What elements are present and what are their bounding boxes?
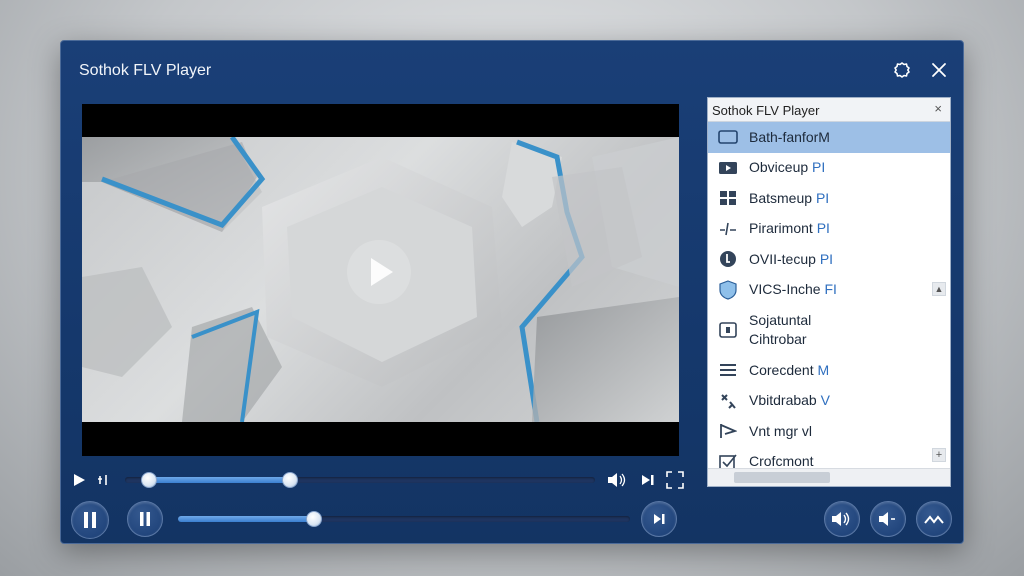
pause-icon — [140, 512, 150, 526]
player-window: Sothok FLV Player Sothok FLV Player × Ba… — [60, 40, 964, 544]
settings-button[interactable] — [890, 58, 914, 82]
panel-title: Sothok FLV Player — [712, 103, 820, 118]
playlist-item-suffix: V — [820, 392, 830, 409]
skip-next-icon — [654, 514, 665, 524]
speaker-icon — [608, 473, 626, 487]
tools-icon — [718, 391, 738, 411]
pause-button[interactable] — [71, 501, 109, 539]
playlist-item[interactable]: Corecdent M — [708, 355, 950, 386]
close-button[interactable] — [927, 58, 951, 82]
window-title: Sothok FLV Player — [79, 62, 212, 79]
playlist-item-label: Vnt mgr vl — [749, 422, 813, 439]
volume-button[interactable] — [824, 501, 860, 537]
play-icon — [74, 474, 85, 486]
grid-icon — [718, 188, 738, 208]
playlist-item-label: Pirarimont — [749, 220, 813, 237]
chevrons-up-icon — [924, 515, 944, 524]
pause-icon — [84, 512, 96, 528]
step-icon — [98, 475, 107, 485]
playlist-item[interactable]: Vbitdrabab V — [708, 386, 950, 417]
fullscreen-icon — [666, 471, 684, 489]
playlist-item-suffix: PI — [815, 189, 830, 206]
playlist-item-label: OVII-tecup — [749, 250, 816, 267]
panel-scroll-down-button[interactable]: + — [932, 448, 946, 462]
play-icon — [371, 258, 393, 286]
playlist-item[interactable]: Sojatuntal Cihtrobar — [708, 305, 950, 355]
playlist-item-label: Corecdent — [749, 361, 814, 378]
playlist-item[interactable]: OVII-tecup PI — [708, 244, 950, 275]
play-button[interactable] — [69, 470, 89, 490]
skip-forward-icon — [642, 475, 654, 485]
volume-slider-handle[interactable] — [305, 511, 322, 527]
speaker-icon — [832, 512, 850, 526]
panel-scroll-up-button[interactable]: ▲ — [932, 282, 946, 296]
playlist-item-suffix: PI — [819, 250, 834, 267]
volume-down-button[interactable] — [870, 501, 906, 537]
video-viewport[interactable] — [82, 104, 679, 456]
skip-next-button[interactable] — [641, 501, 677, 537]
playlist: Bath-fanforM Obviceup PI Batsmeup PI Pir… — [708, 122, 950, 477]
fullscreen-button[interactable] — [664, 469, 686, 491]
close-icon — [932, 63, 946, 77]
list-icon — [718, 360, 738, 380]
badge-icon — [718, 249, 738, 269]
playlist-item-suffix: FI — [824, 281, 837, 298]
seek-bar-handle[interactable] — [281, 472, 298, 488]
panel-scroll-thumb[interactable] — [734, 472, 830, 483]
playlist-item[interactable]: Bath-fanforM — [708, 122, 950, 153]
seek-range-start-handle[interactable] — [140, 472, 157, 488]
play-overlay-button[interactable] — [347, 240, 411, 304]
video-frame — [82, 137, 679, 422]
playlist-item[interactable]: Batsmeup PI — [708, 183, 950, 214]
window-icon — [718, 127, 738, 147]
shield-icon — [718, 280, 738, 300]
playlist-item-label: Batsmeup — [749, 189, 813, 206]
playlist-item[interactable]: Pirarimont PI — [708, 214, 950, 245]
expand-button[interactable] — [916, 501, 952, 537]
playlist-item-label: Sojatuntal — [749, 312, 812, 328]
playlist-panel: Sothok FLV Player × Bath-fanforM Obviceu… — [707, 97, 951, 487]
playlist-item-suffix: M — [817, 361, 830, 378]
playlist-item-label: Vbitdrabab — [749, 392, 817, 409]
cursor-icon — [718, 421, 738, 441]
video-icon — [718, 158, 738, 178]
playlist-item[interactable]: Obviceup PI — [708, 153, 950, 184]
volume-slider-fill — [178, 516, 314, 522]
pulse-icon — [718, 219, 738, 239]
panel-close-button[interactable]: × — [934, 101, 942, 116]
square-icon — [718, 320, 738, 340]
playlist-item-label: Obviceup — [749, 159, 809, 176]
pause-secondary-button[interactable] — [127, 501, 163, 537]
volume-down-icon — [879, 512, 895, 526]
playlist-item-label: Bath-fanforM — [749, 128, 830, 145]
panel-horizontal-scrollbar[interactable] — [708, 468, 950, 486]
panel-header: Sothok FLV Player × — [708, 98, 950, 122]
seek-bar[interactable] — [125, 472, 595, 488]
volume-button-small[interactable] — [606, 469, 628, 491]
volume-slider[interactable] — [178, 511, 630, 527]
next-frame-button[interactable] — [637, 469, 659, 491]
gear-icon — [894, 62, 910, 78]
playlist-item-suffix: PI — [812, 159, 826, 176]
seek-bar-fill — [148, 477, 290, 483]
playlist-item[interactable]: Vnt mgr vl — [708, 416, 950, 447]
playlist-item-suffix: PI — [816, 220, 830, 237]
playlist-item-label: VICS-Inche — [749, 281, 821, 298]
playlist-item-label-line2: Cihtrobar — [749, 331, 807, 347]
step-button[interactable] — [93, 470, 113, 490]
playlist-item[interactable]: VICS-Inche FI — [708, 275, 950, 306]
